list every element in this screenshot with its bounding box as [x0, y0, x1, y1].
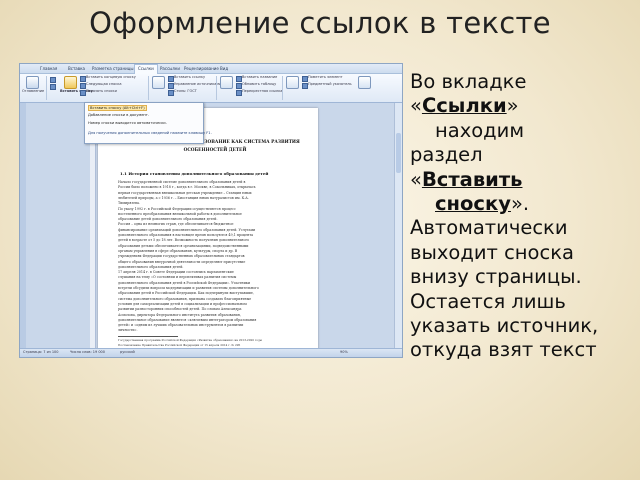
insert-caption-icon[interactable] — [220, 76, 233, 89]
status-bar: Страница: 7 из 100 Число слов: 19 000 ру… — [20, 348, 402, 357]
tab-home[interactable]: Главная — [40, 65, 57, 72]
explanation-line: Остается лишь — [410, 289, 566, 313]
explanation-line: указать источник, — [410, 314, 599, 338]
mark-entry-icon[interactable] — [286, 76, 299, 89]
tab-insert[interactable]: Вставка — [68, 65, 85, 72]
doc-paragraph-line: дополнительное образование является «клю… — [118, 317, 257, 322]
next-footnote-label: Следующая сноска — [86, 82, 122, 86]
doc-paragraph-line: встречи обсудили вопросы модернизации и … — [118, 286, 259, 290]
style-select-label: Стиль: ГОСТ — [174, 89, 197, 93]
subject-index-label: Предметный указатель — [308, 82, 352, 86]
vertical-scrollbar[interactable] — [394, 103, 402, 349]
insert-footnote-mention: Вставить — [421, 167, 523, 191]
doc-paragraph-line: Россия – одна из немногих стран, где обе… — [118, 222, 234, 227]
doc-section-title: 1.1 История становления дополнительного … — [120, 171, 269, 176]
explanation-line: «Ссылки» — [410, 94, 519, 118]
doc-paragraph-line: органам управления в сфере образования, … — [118, 248, 238, 253]
doc-paragraph-line: условия для самореализации детей в социа… — [118, 301, 247, 306]
footnote-line: Постановление Правительства Российской Ф… — [118, 343, 241, 347]
tooltip-help-line: Для получения дополнительных сведений на… — [88, 131, 212, 135]
tooltip-title: Вставить сноску (Alt+Ctrl+F) — [88, 105, 147, 111]
insert-caption-label: Вставить название — [242, 75, 278, 79]
toc-label[interactable]: Оглавление — [22, 89, 44, 93]
doc-paragraph-line: развитии разносторонних способностей дет… — [118, 307, 242, 312]
insert-endnote-label: Вставить концевую сноску — [86, 75, 136, 79]
insert-citation-icon[interactable] — [152, 76, 165, 89]
footnote-separator — [118, 336, 178, 337]
insert-footnote-icon[interactable] — [64, 76, 77, 89]
doc-paragraph-line: учреждениях Федерации государственных об… — [118, 254, 245, 259]
doc-paragraph-line: 17 апреля 2014 г. в Совете Федерации сос… — [118, 270, 234, 275]
doc-paragraph-line: Начало государственной системе дополните… — [118, 180, 246, 184]
manage-sources-label: Управление источниками — [174, 82, 222, 86]
update-table-label: Обновить таблицу — [242, 82, 277, 86]
tooltip-line: Добавление сноски в документ. — [88, 113, 149, 117]
explanation-line: Автоматически — [410, 216, 568, 240]
doc-paragraph-line: слушания на тему «О состоянии и перспект… — [118, 275, 237, 280]
group-divider — [46, 76, 47, 100]
explanation-line: раздел — [410, 143, 483, 167]
doc-paragraph-line: Асмолова, директора Федерального институ… — [118, 312, 241, 317]
explanation-line: Во вкладке — [410, 70, 527, 93]
explanation-line: находим — [435, 118, 525, 142]
status-zoom[interactable]: 90% — [340, 350, 348, 354]
references-tab-mention: Ссылки — [421, 94, 507, 118]
doc-paragraph-line: детей в возрасте от 5 до 18 лет. Возможн… — [118, 238, 250, 243]
group-divider — [216, 76, 217, 100]
tooltip-line: Номер сноски выводится автоматически. — [88, 121, 167, 125]
tab-page-layout[interactable]: Разметка страницы — [92, 65, 134, 72]
doc-heading-line2: ОСОБЕННОСТЕЙ ДЕТЕЙ — [183, 148, 247, 153]
ribbon: Оглавление Вставить сноску Вставить конц… — [20, 74, 402, 103]
mark-entry-label: Пометить элемент — [308, 75, 343, 79]
group-divider — [282, 76, 283, 100]
cross-reference-label: Перекрестная ссылка — [242, 89, 283, 93]
status-page-count[interactable]: Страница: 7 из 100 — [23, 350, 59, 354]
doc-paragraph-line: система дополнительного образования, при… — [118, 296, 252, 301]
show-notes-label: Показать сноски — [86, 89, 117, 93]
status-language[interactable]: русский — [120, 350, 135, 354]
status-word-count[interactable]: Число слов: 19 000 — [70, 350, 105, 354]
word-window-screenshot: Главная Вставка Разметка страницы Ссылки… — [19, 63, 403, 358]
doc-paragraph-line: По указу 1992 г. в Российской Федерации … — [118, 206, 236, 211]
doc-paragraph-line: любителей природы, а с 1936 г. – Биостан… — [118, 195, 249, 200]
doc-paragraph-line: Тимирязева. — [118, 201, 140, 206]
doc-paragraph-line: финансирование организаций дополнительно… — [118, 227, 256, 232]
doc-paragraph-line: образования детьми обеспечивается органи… — [118, 243, 249, 248]
doc-paragraph-line: России было положено в 1918 г., когда в … — [118, 185, 256, 190]
doc-paragraph-line: детей» и «одним из лучших образовательны… — [118, 323, 244, 328]
doc-paragraph-line: первая государственная внешкольная детск… — [118, 190, 252, 195]
tab-review[interactable]: Рецензирование — [184, 65, 219, 72]
doc-paragraph-line: образования детей в Российской Федерации… — [118, 291, 254, 296]
doc-paragraph-line: дополнительного образования детей. — [118, 264, 184, 269]
vertical-ruler — [90, 108, 96, 348]
doc-paragraph-line: дополнительного образования в настоящее … — [118, 233, 254, 237]
insert-citation-label: Вставить ссылку — [174, 75, 206, 79]
group-divider — [148, 76, 149, 100]
insert-footnote-mention-cont: сноску — [435, 192, 511, 216]
tab-references[interactable]: Ссылки — [134, 64, 158, 74]
doc-paragraph-line: образование детей дополнительного образо… — [118, 217, 218, 222]
insert-footnote-tooltip: Вставить сноску (Alt+Ctrl+F) Добавление … — [84, 102, 212, 144]
scrollbar-thumb[interactable] — [396, 133, 401, 173]
table-of-contents-icon[interactable] — [26, 76, 39, 89]
left-pane — [20, 103, 26, 349]
doc-paragraph-line: общего образования внеурочной деятельнос… — [118, 259, 246, 264]
doc-paragraph-line: дополнительного образования детей в Росс… — [118, 280, 251, 285]
explanation-line: откуда взят текст — [410, 338, 597, 362]
ribbon-tab-bar: Главная Вставка Разметка страницы Ссылки… — [20, 64, 402, 74]
explanation-line: сноску». — [435, 192, 530, 216]
explanation-line: внизу страницы. — [410, 265, 582, 289]
explanation-text: Во вкладке «Ссылки» находим раздел «Вста… — [410, 70, 635, 363]
tab-view[interactable]: Вид — [220, 65, 228, 72]
footnote-line: Государственная программа Российской Фед… — [118, 338, 263, 342]
slide-title: Оформление ссылок в тексте — [89, 6, 551, 40]
explanation-line: выходит сноска — [410, 240, 574, 264]
table-of-authorities-icon[interactable] — [358, 76, 371, 89]
tab-mailings[interactable]: Рассылки — [160, 65, 180, 72]
document-page[interactable]: ОБРАЗОВАНИЕ КАК СИСТЕМА РАЗВИТИЯ ОСОБЕНН… — [98, 108, 318, 354]
explanation-line: «Вставить — [410, 167, 523, 191]
doc-paragraph-line: личности». — [118, 328, 138, 333]
doc-paragraph-line: постепенного преобразования внешкольной … — [118, 211, 242, 216]
